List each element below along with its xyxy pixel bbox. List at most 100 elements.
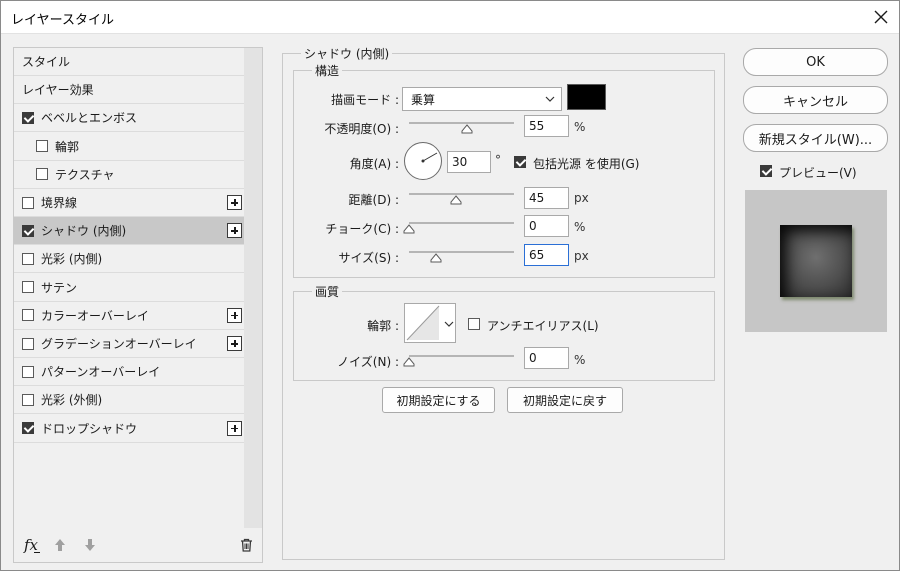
add-effect-plus-icon[interactable] [227,223,242,239]
contour-dropdown-icon[interactable] [444,320,454,328]
opacity-label: 不透明度(O) : [324,122,399,136]
style-list-scrollbar[interactable] [244,48,262,528]
style-list-item[interactable]: ベベルとエンボス [14,104,244,133]
distance-label: 距離(D) : [348,193,399,207]
style-list-label: パターンオーバーレイ [41,365,161,380]
style-checkbox[interactable] [22,393,34,406]
style-list-item[interactable]: サテン [14,274,244,302]
reset-default-button[interactable]: 初期設定に戻す [507,387,623,413]
contour-picker[interactable] [404,303,456,343]
move-up-icon[interactable] [54,538,66,552]
global-light-checkbox[interactable] [514,156,526,168]
add-effect-plus-icon[interactable] [227,336,242,351]
style-checkbox[interactable] [22,252,34,265]
global-light-label: 包括光源 を使用(G) [533,157,640,171]
style-checkbox[interactable] [22,224,34,237]
angle-value: 30 [452,155,468,169]
make-default-button[interactable]: 初期設定にする [382,387,495,413]
distance-slider-thumb[interactable] [450,195,462,205]
style-list-item[interactable]: 光彩 (外側) [14,386,244,415]
group-title: シャドウ (内側) [301,45,393,62]
antialias-checkbox[interactable] [468,318,480,330]
move-down-icon[interactable] [84,538,96,552]
style-list-label: カラーオーバーレイ [41,308,149,323]
preview-label: プレビュー(V) [779,166,857,180]
style-list-item[interactable]: テクスチャ [14,161,244,189]
add-effect-plus-icon[interactable] [227,195,242,210]
size-input[interactable]: 65 [524,244,569,266]
style-checkbox[interactable] [22,422,34,435]
angle-input[interactable]: 30 [447,151,491,173]
title-bar: レイヤースタイル [1,1,899,34]
ok-button[interactable]: OK [743,48,888,76]
contour-curve-icon [406,305,440,341]
ok-label: OK [806,54,825,70]
antialias-label: アンチエイリアス(L) [487,319,599,333]
blend-mode-label: 描画モード : [331,93,399,107]
layer-style-dialog: レイヤースタイル スタイル レイヤー効果 ベベルとエンボス 輪郭 テクスチャ 境界線 シャド… [0,0,900,571]
cancel-label: キャンセル [782,94,848,110]
close-button[interactable] [867,4,895,30]
style-list-label: ベベルとエンボス [41,111,138,126]
size-label: サイズ(S) : [338,251,399,265]
style-list-item[interactable]: 光彩 (内側) [14,245,244,274]
blend-mode-select[interactable]: 乗算 [402,87,562,111]
style-list-item[interactable]: ドロップシャドウ [14,415,244,443]
add-effect-plus-icon[interactable] [227,307,242,323]
noise-unit: % [574,353,586,367]
preview-checkbox[interactable] [760,165,772,177]
style-list-item[interactable]: レイヤー効果 [14,76,244,105]
choke-value: 0 [529,219,537,233]
style-list-item[interactable]: カラーオーバーレイ [14,302,244,330]
style-checkbox[interactable] [22,196,34,209]
style-list-item[interactable]: 境界線 [14,189,244,217]
choke-label: チョーク(C) : [325,222,399,236]
angle-needle [421,152,438,163]
style-list-item[interactable]: シャドウ (内側) [14,217,244,246]
style-list-label: シャドウ (内側) [41,224,127,239]
style-list-item[interactable]: パターンオーバーレイ [14,358,244,387]
angle-dial[interactable] [404,142,442,180]
noise-label: ノイズ(N) : [337,355,399,369]
structure-title: 構造 [312,62,343,79]
opacity-slider-thumb[interactable] [461,124,473,134]
choke-unit: % [574,220,586,234]
dialog-title: レイヤースタイル [11,13,114,28]
opacity-value: 55 [529,119,545,133]
trash-icon[interactable] [240,538,253,552]
style-checkbox[interactable] [22,281,34,294]
choke-slider-track[interactable] [409,222,514,224]
choke-slider-thumb[interactable] [403,224,415,234]
style-checkbox[interactable] [22,337,34,350]
opacity-input[interactable]: 55 [524,115,569,137]
style-list-label: ドロップシャドウ [41,421,138,436]
distance-value: 45 [529,191,545,205]
style-checkbox[interactable] [36,140,48,153]
add-effect-plus-icon[interactable] [227,420,242,436]
size-unit: px [574,249,589,263]
style-list-item[interactable]: 輪郭 [14,133,244,161]
style-checkbox[interactable] [22,365,34,378]
noise-slider-thumb[interactable] [403,357,415,367]
style-checkbox[interactable] [22,309,34,322]
style-list-label: 光彩 (外側) [41,393,103,408]
chevron-down-icon [545,96,555,102]
close-icon [874,10,888,24]
style-list-item[interactable]: スタイル [14,48,244,76]
quality-title: 画質 [312,283,343,300]
new-style-button[interactable]: 新規スタイル(W)... [743,124,888,152]
size-slider-track[interactable] [409,251,514,253]
noise-input[interactable]: 0 [524,347,569,369]
size-slider-thumb[interactable] [430,253,442,263]
shadow-color-swatch[interactable] [567,84,606,110]
choke-input[interactable]: 0 [524,215,569,237]
reset-default-label: 初期設定に戻す [522,393,607,408]
distance-input[interactable]: 45 [524,187,569,209]
cancel-button[interactable]: キャンセル [743,86,888,114]
noise-slider-track[interactable] [409,355,514,357]
style-checkbox[interactable] [36,168,48,181]
style-checkbox[interactable] [22,111,34,124]
style-list-footer: fx [14,530,262,562]
contour-label: 輪郭 : [367,319,399,333]
style-list-item[interactable]: グラデーションオーバーレイ [14,330,244,358]
